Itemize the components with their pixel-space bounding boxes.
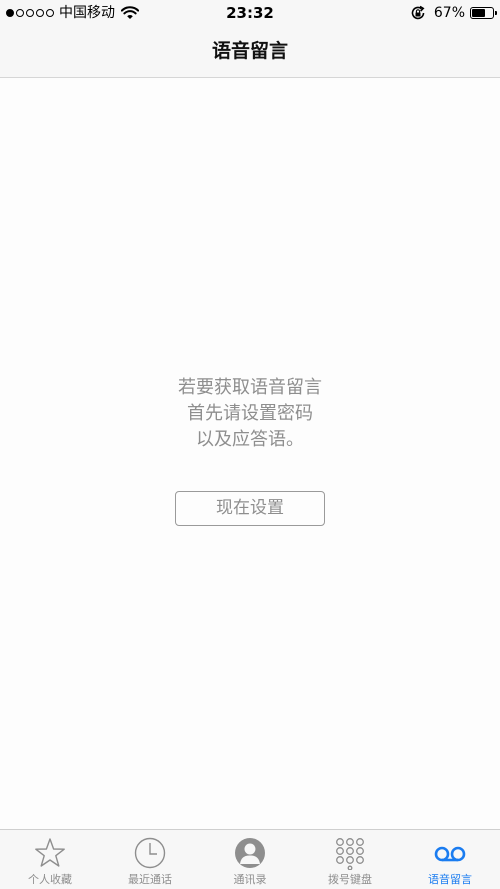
voicemail-icon [434,846,466,862]
voicemail-setup-message: 若要获取语音留言 首先请设置密码 以及应答语。 [0,375,500,453]
tab-voicemail[interactable]: 语音留言 [400,830,500,889]
battery-fill [472,9,486,17]
tab-keypad[interactable]: 拨号键盘 [300,830,400,889]
status-bar: 中国移动 23:32 67% [0,0,500,27]
message-line: 首先请设置密码 [187,403,313,424]
keypad-icon [336,838,364,870]
tab-label: 个人收藏 [28,873,72,886]
tab-label: 最近通话 [128,873,172,886]
tab-recents[interactable]: 最近通话 [100,830,200,889]
clock-icon [134,837,166,869]
message-line: 若要获取语音留言 [178,377,322,398]
tab-bar: 个人收藏 最近通话 通讯录 拨号键盘 语音留言 [0,829,500,889]
status-right: 67% [410,4,497,22]
navigation-bar: 语音留言 [0,27,500,78]
rotation-lock-icon [411,5,425,20]
tab-label: 拨号键盘 [328,873,372,886]
setup-now-button[interactable]: 现在设置 [175,491,325,526]
battery-percent: 67% [433,5,465,21]
tab-label: 语音留言 [428,873,472,886]
tab-contacts[interactable]: 通讯录 [200,830,300,889]
tab-favorites[interactable]: 个人收藏 [0,830,100,889]
contact-icon [235,838,265,868]
battery-icon [470,7,497,19]
tab-label: 通讯录 [233,873,267,886]
page-title: 语音留言 [211,40,288,62]
star-icon [35,838,65,867]
message-line: 以及应答语。 [196,429,304,450]
